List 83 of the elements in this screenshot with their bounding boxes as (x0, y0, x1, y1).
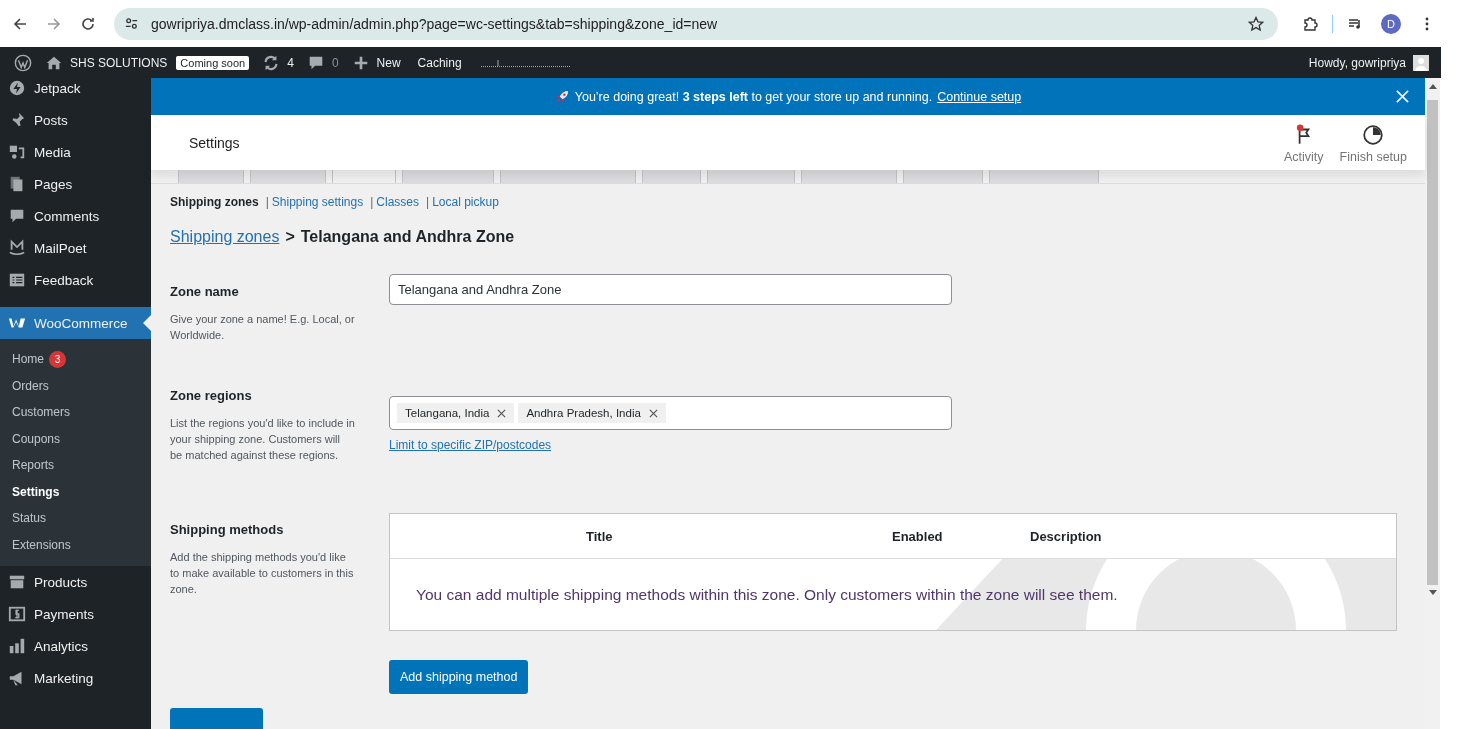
bar-chart-icon (8, 637, 26, 655)
submenu-item[interactable]: Customers (0, 399, 151, 426)
header-action-button[interactable]: Activity (1276, 124, 1332, 164)
wordpress-logo-icon[interactable] (14, 53, 32, 72)
caching-link[interactable]: Caching (417, 55, 462, 70)
sidebar-item[interactable]: Feedback (0, 264, 151, 296)
breadcrumb-link[interactable]: Shipping zones (170, 228, 280, 246)
postcode-limit-link[interactable]: Limit to specific ZIP/postcodes (389, 438, 552, 452)
site-settings-icon[interactable] (124, 16, 139, 31)
sidebar-item[interactable]: Marketing (0, 662, 151, 694)
comments-count[interactable]: 0 (331, 55, 339, 70)
field-description: List the regions you'd like to include in your shipping zone. Customers will be matched against these regions. (170, 416, 355, 463)
submenu-item[interactable]: Orders (0, 372, 151, 399)
submenu-item[interactable]: Home 3 (0, 346, 151, 373)
separator: | (265, 195, 269, 209)
updates-count[interactable]: 4 (287, 55, 294, 70)
header-action-button[interactable]: Finish setup (1331, 124, 1415, 164)
empty-message: You can add multiple shipping methods within this zone. Only customers within the zone will see them. (416, 585, 1118, 604)
field-description: Add the shipping methods you'd like to make available to customers in this zone. (170, 550, 355, 597)
coming-soon-badge[interactable]: Coming soon (176, 55, 250, 70)
separator: | (370, 195, 374, 209)
rocket-icon (554, 89, 570, 104)
sidebar-item[interactable]: Products (0, 566, 151, 598)
sidebar-item[interactable]: Jetpack (0, 78, 151, 104)
new-link[interactable]: New (376, 55, 401, 70)
separator: | (426, 195, 430, 209)
form-icon (8, 271, 26, 289)
progress-circle-icon (1362, 124, 1385, 146)
forward-icon[interactable] (46, 15, 62, 32)
column-header: Enabled (892, 528, 943, 544)
sidebar-item[interactable]: MailPoet (0, 232, 151, 264)
field-label: Shipping methods (170, 522, 285, 537)
reload-icon[interactable] (80, 15, 96, 32)
subnav-link[interactable]: Shipping zones (170, 195, 259, 209)
close-icon[interactable] (1395, 89, 1410, 104)
submenu-item[interactable]: Status (0, 505, 151, 532)
sidebar-item[interactable]: Pages (0, 168, 151, 200)
breadcrumb-separator: > (285, 228, 295, 246)
count-badge: 3 (49, 350, 66, 368)
profile-avatar[interactable]: D (1381, 13, 1401, 34)
remove-icon[interactable] (648, 408, 658, 418)
subnav-link[interactable]: Local pickup (432, 195, 499, 209)
archive-box-icon (8, 573, 26, 591)
address-bar[interactable]: gowripriya.dmclass.in/wp-admin/admin.php?page=wc-settings&tab=shipping&zone_id=new (114, 7, 1278, 40)
scrollbar[interactable] (1425, 78, 1440, 729)
zone-name-field[interactable]: Telangana and Andhra Zone (389, 274, 952, 305)
continue-setup-link[interactable]: Continue setup (937, 89, 1022, 104)
user-avatar-icon[interactable] (1413, 54, 1429, 71)
bookmark-star-icon[interactable] (1248, 15, 1264, 32)
submenu-item[interactable]: Reports (0, 452, 151, 479)
puzzle-piece-icon[interactable] (1302, 15, 1318, 32)
region-tag: Andhra Pradesh, India (518, 403, 666, 423)
submenu-item[interactable]: Coupons (0, 425, 151, 452)
greeting-text[interactable]: Howdy, gowripriya (1308, 55, 1406, 70)
scroll-up-icon[interactable] (1428, 83, 1437, 89)
field-label: Zone regions (170, 388, 253, 403)
subnav-link[interactable]: Classes (376, 195, 419, 209)
sidebar-item[interactable]: WooCommerce (0, 307, 151, 339)
media-icon (8, 143, 26, 161)
field-description: Give your zone a name! E.g. Local, or Worldwide. (170, 312, 355, 343)
subnav-link[interactable]: Shipping settings (271, 195, 364, 209)
add-shipping-method-button[interactable]: Add shipping method (389, 660, 529, 694)
sidebar-item[interactable]: Comments (0, 200, 151, 232)
url-text: gowripriya.dmclass.in/wp-admin/admin.php?page=wc-settings&tab=shipping&zone_id=new (151, 15, 719, 32)
dollar-icon (8, 605, 26, 623)
site-name-link[interactable]: SHS SOLUTIONS (70, 55, 168, 70)
submenu-item[interactable]: Extensions (0, 531, 151, 558)
region-tag: Telangana, India (397, 403, 515, 423)
sidebar-item[interactable]: Posts (0, 104, 151, 136)
column-header: Description (1030, 528, 1102, 544)
field-label: Zone name (170, 284, 240, 299)
back-icon[interactable] (12, 15, 28, 32)
remove-icon[interactable] (497, 408, 507, 418)
column-header: Title (586, 528, 613, 544)
sidebar-item[interactable]: Payments (0, 598, 151, 630)
zone-heading: Telangana and Andhra Zone (300, 228, 515, 246)
zone-regions-field[interactable]: Telangana, India Andhra Pradesh, India (389, 396, 952, 430)
sidebar-item[interactable]: Media (0, 136, 151, 168)
scroll-down-icon[interactable] (1428, 590, 1437, 596)
submenu-item[interactable]: Settings (0, 478, 151, 505)
sidebar-item[interactable]: Analytics (0, 630, 151, 662)
page-title: Settings (189, 134, 240, 151)
notice-text: You’re doing great! 3 steps left to get your store up and running. (574, 89, 933, 104)
